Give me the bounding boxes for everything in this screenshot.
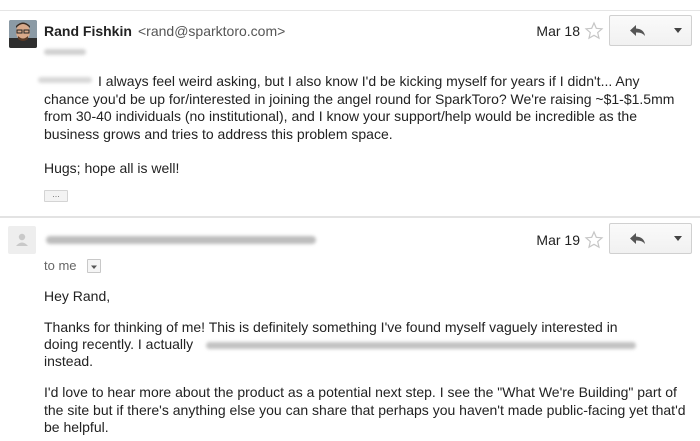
message-paragraph: I always feel weird asking, but I also k… [44, 73, 675, 142]
sender-avatar[interactable] [9, 20, 37, 48]
dropdown-caret-icon [674, 236, 682, 241]
message-line: instead. [44, 353, 94, 369]
sender-name[interactable]: Rand Fishkin [44, 23, 132, 39]
dropdown-caret-icon [674, 28, 682, 33]
message-paragraph: Hugs; hope all is well! [44, 160, 180, 176]
email-message-1: Rand Fishkin <rand@sparktoro.com> Mar 18… [0, 11, 700, 216]
sender-avatar[interactable] [8, 226, 36, 254]
more-options-button[interactable] [665, 223, 692, 254]
reply-button[interactable] [609, 223, 667, 254]
redacted-text [206, 342, 636, 349]
reply-button[interactable] [609, 15, 667, 46]
show-details-button[interactable] [87, 259, 101, 273]
message-greeting: Hey Rand, [44, 288, 111, 304]
reply-arrow-icon [630, 24, 645, 36]
more-options-button[interactable] [665, 15, 692, 46]
show-trimmed-content-button[interactable]: ... [44, 190, 68, 202]
recipient-summary: to me [44, 258, 77, 273]
redacted-sender [46, 236, 316, 244]
star-icon[interactable] [584, 230, 604, 250]
message-line: Thanks for thinking of me! This is defin… [44, 319, 618, 335]
message-date[interactable]: Mar 19 [536, 232, 580, 248]
message-paragraph: I'd love to hear more about the product … [44, 384, 686, 435]
email-message-2: Mar 19 to me Hey Rand, Thanks for thinki… [0, 218, 700, 441]
star-icon[interactable] [584, 21, 604, 41]
reply-button-group [609, 15, 692, 46]
avatar-photo-icon [9, 20, 37, 48]
reply-arrow-icon [630, 232, 645, 244]
person-placeholder-icon [16, 233, 28, 246]
dropdown-caret-icon [91, 265, 97, 269]
redacted-recipient [44, 49, 86, 55]
sender-email: <rand@sparktoro.com> [138, 23, 286, 39]
message-line: doing recently. I actually [44, 336, 194, 352]
reply-button-group [609, 223, 692, 254]
message-date[interactable]: Mar 18 [536, 23, 580, 39]
